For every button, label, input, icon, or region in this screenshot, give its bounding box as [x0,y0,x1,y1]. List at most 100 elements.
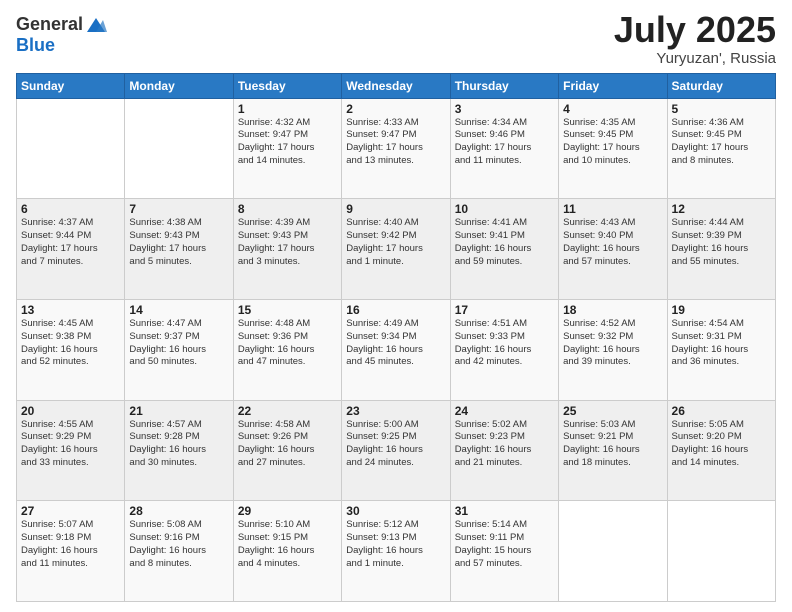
day-number: 8 [238,202,337,216]
header: General Blue July 2025 Yuryuzan', Russia [16,10,776,67]
day-info: Sunrise: 4:36 AM Sunset: 9:45 PM Dayligh… [672,117,771,168]
day-info: Sunrise: 4:57 AM Sunset: 9:28 PM Dayligh… [129,419,228,470]
weekday-header-sunday: Sunday [17,73,125,98]
weekday-header-thursday: Thursday [450,73,558,98]
calendar-cell: 10Sunrise: 4:41 AM Sunset: 9:41 PM Dayli… [450,199,558,300]
weekday-header-monday: Monday [125,73,233,98]
day-info: Sunrise: 4:43 AM Sunset: 9:40 PM Dayligh… [563,217,662,268]
day-info: Sunrise: 5:14 AM Sunset: 9:11 PM Dayligh… [455,519,554,570]
day-info: Sunrise: 4:49 AM Sunset: 9:34 PM Dayligh… [346,318,445,369]
day-number: 15 [238,303,337,317]
calendar-table: SundayMondayTuesdayWednesdayThursdayFrid… [16,73,776,602]
calendar-cell: 16Sunrise: 4:49 AM Sunset: 9:34 PM Dayli… [342,299,450,400]
calendar-cell: 28Sunrise: 5:08 AM Sunset: 9:16 PM Dayli… [125,501,233,602]
calendar-cell: 14Sunrise: 4:47 AM Sunset: 9:37 PM Dayli… [125,299,233,400]
weekday-header-saturday: Saturday [667,73,775,98]
weekday-header-friday: Friday [559,73,667,98]
calendar-cell: 8Sunrise: 4:39 AM Sunset: 9:43 PM Daylig… [233,199,341,300]
day-info: Sunrise: 4:39 AM Sunset: 9:43 PM Dayligh… [238,217,337,268]
day-info: Sunrise: 5:08 AM Sunset: 9:16 PM Dayligh… [129,519,228,570]
calendar-cell: 2Sunrise: 4:33 AM Sunset: 9:47 PM Daylig… [342,98,450,199]
day-number: 29 [238,504,337,518]
day-info: Sunrise: 5:12 AM Sunset: 9:13 PM Dayligh… [346,519,445,570]
day-number: 18 [563,303,662,317]
calendar-week-row: 20Sunrise: 4:55 AM Sunset: 9:29 PM Dayli… [17,400,776,501]
day-info: Sunrise: 4:37 AM Sunset: 9:44 PM Dayligh… [21,217,120,268]
day-info: Sunrise: 4:32 AM Sunset: 9:47 PM Dayligh… [238,117,337,168]
day-info: Sunrise: 5:02 AM Sunset: 9:23 PM Dayligh… [455,419,554,470]
day-info: Sunrise: 4:55 AM Sunset: 9:29 PM Dayligh… [21,419,120,470]
day-number: 10 [455,202,554,216]
calendar-cell: 27Sunrise: 5:07 AM Sunset: 9:18 PM Dayli… [17,501,125,602]
day-number: 27 [21,504,120,518]
day-number: 1 [238,102,337,116]
logo-general: General [16,15,83,35]
day-number: 14 [129,303,228,317]
day-number: 22 [238,404,337,418]
day-number: 30 [346,504,445,518]
day-info: Sunrise: 4:51 AM Sunset: 9:33 PM Dayligh… [455,318,554,369]
day-info: Sunrise: 4:34 AM Sunset: 9:46 PM Dayligh… [455,117,554,168]
calendar-cell [559,501,667,602]
day-number: 21 [129,404,228,418]
title-block: July 2025 Yuryuzan', Russia [614,10,776,67]
calendar-week-row: 27Sunrise: 5:07 AM Sunset: 9:18 PM Dayli… [17,501,776,602]
day-number: 13 [21,303,120,317]
calendar-cell [125,98,233,199]
calendar-cell: 29Sunrise: 5:10 AM Sunset: 9:15 PM Dayli… [233,501,341,602]
calendar-cell: 4Sunrise: 4:35 AM Sunset: 9:45 PM Daylig… [559,98,667,199]
day-number: 23 [346,404,445,418]
day-number: 7 [129,202,228,216]
calendar-cell: 5Sunrise: 4:36 AM Sunset: 9:45 PM Daylig… [667,98,775,199]
day-number: 11 [563,202,662,216]
day-number: 17 [455,303,554,317]
calendar-week-row: 13Sunrise: 4:45 AM Sunset: 9:38 PM Dayli… [17,299,776,400]
day-info: Sunrise: 4:48 AM Sunset: 9:36 PM Dayligh… [238,318,337,369]
day-number: 12 [672,202,771,216]
calendar-cell: 7Sunrise: 4:38 AM Sunset: 9:43 PM Daylig… [125,199,233,300]
calendar-cell: 19Sunrise: 4:54 AM Sunset: 9:31 PM Dayli… [667,299,775,400]
day-info: Sunrise: 4:45 AM Sunset: 9:38 PM Dayligh… [21,318,120,369]
day-info: Sunrise: 4:33 AM Sunset: 9:47 PM Dayligh… [346,117,445,168]
page: General Blue July 2025 Yuryuzan', Russia… [0,0,792,612]
calendar-cell: 18Sunrise: 4:52 AM Sunset: 9:32 PM Dayli… [559,299,667,400]
calendar-cell: 13Sunrise: 4:45 AM Sunset: 9:38 PM Dayli… [17,299,125,400]
calendar-cell: 1Sunrise: 4:32 AM Sunset: 9:47 PM Daylig… [233,98,341,199]
day-info: Sunrise: 5:05 AM Sunset: 9:20 PM Dayligh… [672,419,771,470]
calendar-cell: 24Sunrise: 5:02 AM Sunset: 9:23 PM Dayli… [450,400,558,501]
day-info: Sunrise: 4:44 AM Sunset: 9:39 PM Dayligh… [672,217,771,268]
weekday-header-tuesday: Tuesday [233,73,341,98]
day-number: 16 [346,303,445,317]
weekday-header-row: SundayMondayTuesdayWednesdayThursdayFrid… [17,73,776,98]
day-number: 26 [672,404,771,418]
day-number: 2 [346,102,445,116]
day-info: Sunrise: 4:52 AM Sunset: 9:32 PM Dayligh… [563,318,662,369]
day-info: Sunrise: 5:07 AM Sunset: 9:18 PM Dayligh… [21,519,120,570]
day-info: Sunrise: 4:41 AM Sunset: 9:41 PM Dayligh… [455,217,554,268]
weekday-header-wednesday: Wednesday [342,73,450,98]
day-number: 9 [346,202,445,216]
day-info: Sunrise: 4:58 AM Sunset: 9:26 PM Dayligh… [238,419,337,470]
day-info: Sunrise: 5:00 AM Sunset: 9:25 PM Dayligh… [346,419,445,470]
day-info: Sunrise: 4:40 AM Sunset: 9:42 PM Dayligh… [346,217,445,268]
calendar-cell [667,501,775,602]
logo-blue: Blue [16,35,55,55]
calendar-cell: 9Sunrise: 4:40 AM Sunset: 9:42 PM Daylig… [342,199,450,300]
calendar-cell: 23Sunrise: 5:00 AM Sunset: 9:25 PM Dayli… [342,400,450,501]
day-number: 31 [455,504,554,518]
day-number: 5 [672,102,771,116]
day-info: Sunrise: 4:35 AM Sunset: 9:45 PM Dayligh… [563,117,662,168]
calendar-cell: 25Sunrise: 5:03 AM Sunset: 9:21 PM Dayli… [559,400,667,501]
calendar-cell: 17Sunrise: 4:51 AM Sunset: 9:33 PM Dayli… [450,299,558,400]
day-info: Sunrise: 4:38 AM Sunset: 9:43 PM Dayligh… [129,217,228,268]
calendar-cell [17,98,125,199]
calendar-week-row: 6Sunrise: 4:37 AM Sunset: 9:44 PM Daylig… [17,199,776,300]
calendar-cell: 21Sunrise: 4:57 AM Sunset: 9:28 PM Dayli… [125,400,233,501]
day-number: 20 [21,404,120,418]
calendar-cell: 30Sunrise: 5:12 AM Sunset: 9:13 PM Dayli… [342,501,450,602]
calendar-cell: 20Sunrise: 4:55 AM Sunset: 9:29 PM Dayli… [17,400,125,501]
day-number: 3 [455,102,554,116]
calendar-cell: 22Sunrise: 4:58 AM Sunset: 9:26 PM Dayli… [233,400,341,501]
day-info: Sunrise: 5:03 AM Sunset: 9:21 PM Dayligh… [563,419,662,470]
day-number: 6 [21,202,120,216]
